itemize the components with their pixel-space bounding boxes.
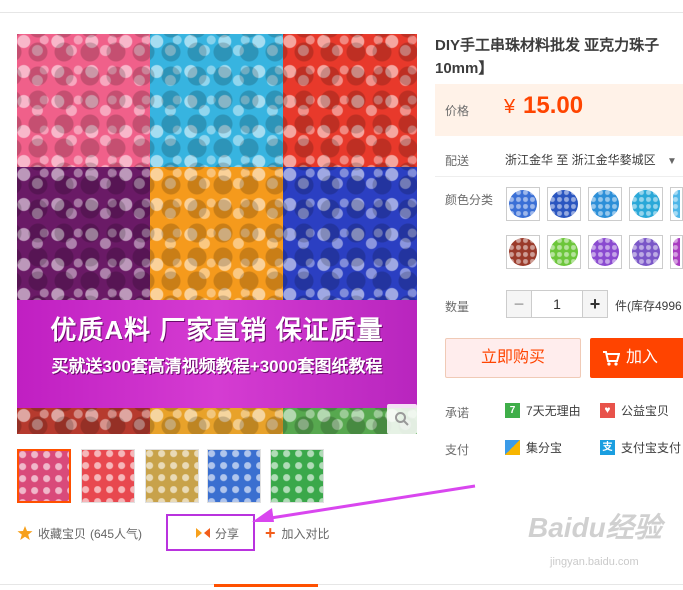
swatch-fill bbox=[509, 238, 537, 266]
swatch-fill bbox=[591, 238, 619, 266]
payment-label: 支付 bbox=[445, 443, 470, 457]
stock-info: 件(库存4996 bbox=[615, 299, 682, 313]
swatch-fill bbox=[591, 190, 619, 218]
add-to-cart-label: 加入 bbox=[626, 349, 659, 366]
bead-tile bbox=[17, 34, 150, 167]
thumbnail[interactable] bbox=[81, 449, 135, 503]
quantity-label: 数量 bbox=[445, 300, 470, 314]
swatch-fill bbox=[550, 238, 578, 266]
alipay-icon: 支 bbox=[600, 440, 615, 455]
active-tab-indicator bbox=[214, 584, 318, 587]
banner-headline: 优质A料 厂家直销 保证质量 bbox=[50, 315, 384, 345]
share-highlight-box bbox=[166, 514, 255, 551]
price-currency: ¥ bbox=[504, 96, 516, 118]
baidu-watermark-url: jingyan.baidu.com bbox=[550, 556, 639, 568]
payment-alipay[interactable]: 支 支付宝支付 bbox=[600, 439, 681, 456]
top-divider bbox=[0, 12, 683, 13]
annotation-arrow bbox=[252, 484, 476, 522]
color-label: 颜色分类 bbox=[445, 193, 494, 207]
magnifier-icon bbox=[395, 412, 409, 426]
favorite-label: 收藏宝贝 bbox=[38, 526, 87, 541]
color-swatch[interactable] bbox=[588, 235, 622, 269]
color-swatch[interactable] bbox=[670, 187, 683, 221]
color-swatch[interactable] bbox=[506, 187, 540, 221]
bead-tile bbox=[150, 167, 283, 300]
shipping-label: 配送 bbox=[445, 154, 470, 168]
payment-alipay-label: 支付宝支付 bbox=[621, 441, 682, 455]
product-title-line1: DIY手工串珠材料批发 亚克力珠子 bbox=[435, 37, 660, 54]
promo-banner: 优质A料 厂家直销 保证质量 买就送300套高清视频教程+3000套图纸教程 bbox=[17, 300, 417, 408]
add-to-cart-button[interactable]: 加入 bbox=[590, 338, 683, 378]
color-swatch[interactable] bbox=[506, 235, 540, 269]
bead-tile bbox=[150, 408, 283, 434]
bead-tile bbox=[283, 34, 417, 167]
bead-tile bbox=[17, 167, 150, 300]
shipping-destination[interactable]: 浙江金华 至 浙江金华婺城区 ▼ bbox=[505, 151, 677, 168]
color-swatch[interactable] bbox=[547, 187, 581, 221]
swatch-fill bbox=[673, 190, 680, 218]
thumbnail[interactable] bbox=[17, 449, 71, 503]
price-label: 价格 bbox=[445, 104, 470, 118]
bead-tile bbox=[283, 167, 417, 300]
swatch-fill bbox=[509, 190, 537, 218]
color-swatch[interactable] bbox=[547, 235, 581, 269]
color-swatch[interactable] bbox=[588, 187, 622, 221]
zoom-button[interactable] bbox=[387, 404, 417, 434]
swatch-fill bbox=[632, 238, 660, 266]
bead-tile bbox=[150, 34, 283, 167]
banner-subline: 买就送300套高清视频教程+3000套图纸教程 bbox=[51, 357, 383, 376]
color-swatch[interactable] bbox=[629, 235, 663, 269]
price-panel: 价格 ¥ 15.00 bbox=[435, 84, 683, 136]
chevron-down-icon: ▼ bbox=[667, 156, 677, 167]
charity-icon: ♥ bbox=[600, 403, 615, 418]
bottom-divider bbox=[0, 584, 683, 585]
baidu-watermark: Baidu经验 bbox=[528, 512, 662, 543]
promise-7day[interactable]: 7 7天无理由 bbox=[505, 402, 581, 419]
swatch-fill bbox=[673, 238, 680, 266]
favorite-button[interactable]: 收藏宝贝 (645人气) bbox=[17, 521, 142, 545]
quantity-input[interactable]: 1 bbox=[532, 290, 582, 318]
swatch-fill bbox=[632, 190, 660, 218]
product-title: DIY手工串珠材料批发 亚克力珠子 10mm】 bbox=[435, 34, 683, 80]
buy-now-button[interactable]: 立即购买 bbox=[445, 338, 581, 378]
color-swatch[interactable] bbox=[629, 187, 663, 221]
payment-jifenbao[interactable]: 集分宝 bbox=[505, 439, 562, 456]
price-value: 15.00 bbox=[523, 92, 584, 119]
favorite-count: (645人气) bbox=[90, 526, 143, 541]
payment-jifenbao-label: 集分宝 bbox=[526, 441, 563, 455]
color-swatch[interactable] bbox=[670, 235, 683, 269]
star-icon bbox=[17, 526, 33, 540]
promise-7day-label: 7天无理由 bbox=[526, 404, 581, 418]
swatch-fill bbox=[550, 190, 578, 218]
divider bbox=[435, 176, 683, 177]
thumbnail[interactable] bbox=[145, 449, 199, 503]
seven-day-icon: 7 bbox=[505, 403, 520, 418]
promise-label: 承诺 bbox=[445, 406, 470, 420]
main-product-image[interactable]: 优质A料 厂家直销 保证质量 买就送300套高清视频教程+3000套图纸教程 bbox=[17, 34, 417, 434]
jifenbao-icon bbox=[505, 440, 520, 455]
quantity-decrement-button[interactable]: − bbox=[506, 290, 532, 318]
promise-charity[interactable]: ♥ 公益宝贝 bbox=[600, 402, 669, 419]
quantity-increment-button[interactable]: + bbox=[582, 290, 608, 318]
product-title-line2: 10mm】 bbox=[435, 60, 494, 77]
bead-tile bbox=[17, 408, 150, 434]
cart-icon bbox=[603, 351, 620, 366]
promise-charity-label: 公益宝贝 bbox=[621, 404, 670, 418]
shipping-text: 浙江金华 至 浙江金华婺城区 bbox=[505, 153, 656, 167]
